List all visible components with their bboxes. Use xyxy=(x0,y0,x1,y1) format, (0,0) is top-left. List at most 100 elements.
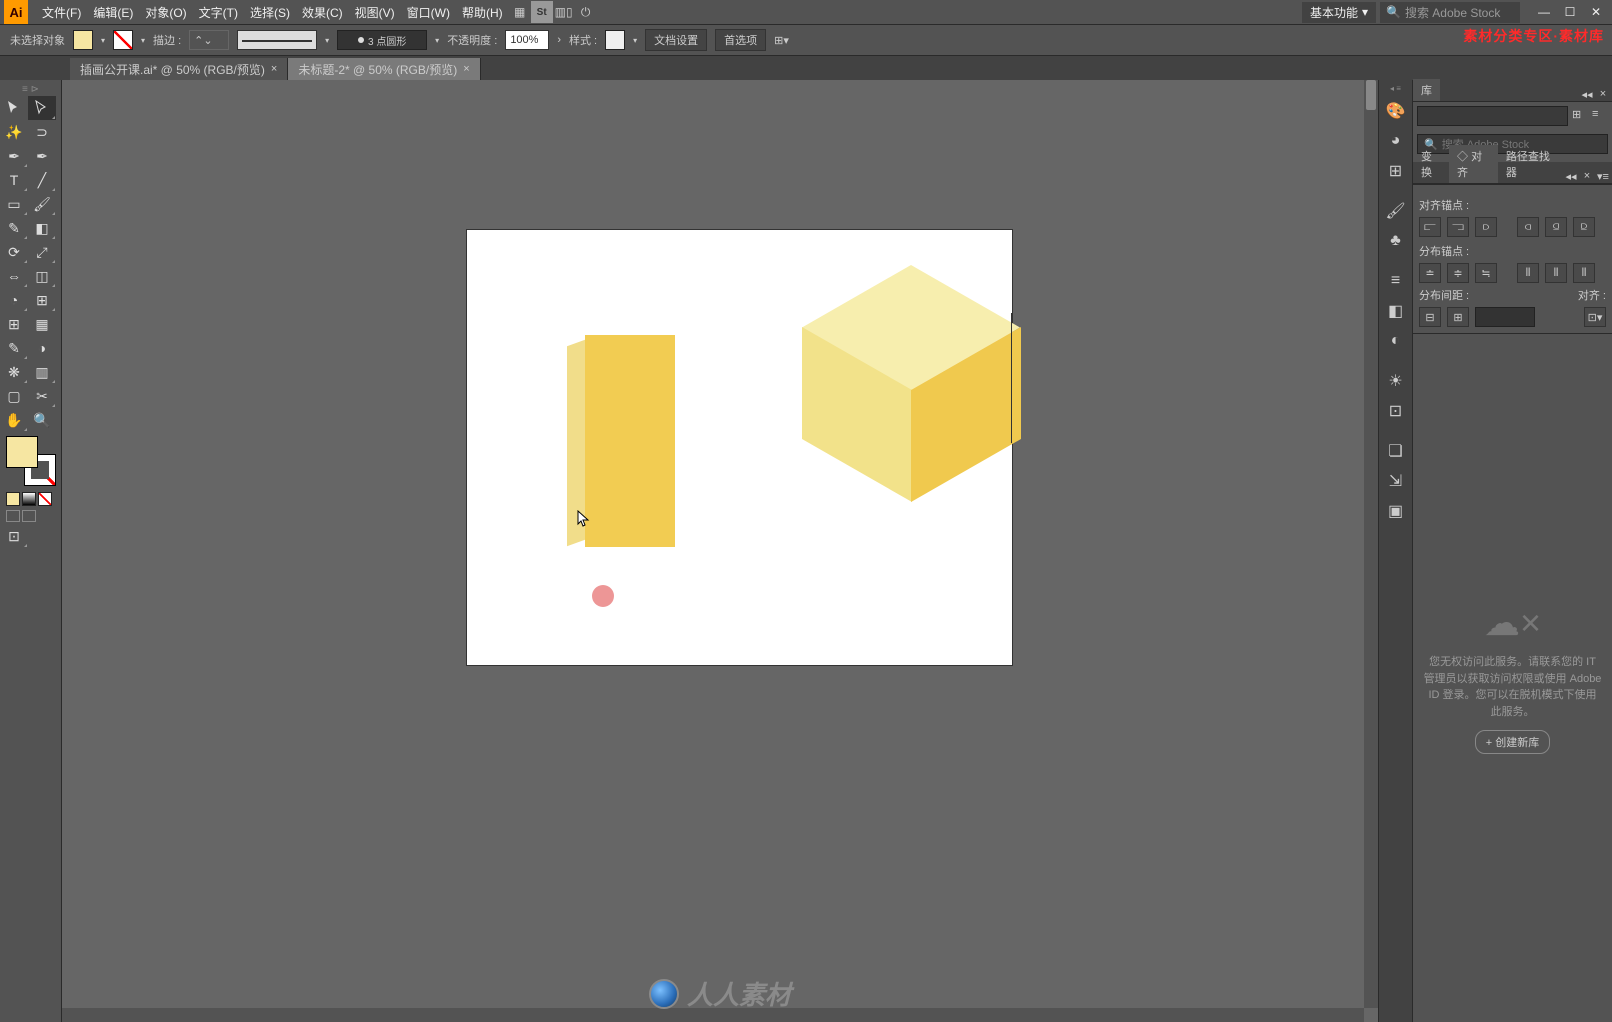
library-selector[interactable] xyxy=(1417,106,1568,126)
hdist-center-button[interactable]: ⦀ xyxy=(1545,263,1567,283)
symbols-panel-icon[interactable]: ♣ xyxy=(1383,228,1409,254)
close-tab-icon[interactable]: × xyxy=(271,63,277,75)
hand-tool[interactable]: ✋ xyxy=(0,408,28,432)
library-tab[interactable]: 库 xyxy=(1413,79,1440,101)
lasso-tool[interactable]: ⊃ xyxy=(28,120,56,144)
menu-view[interactable]: 视图(V) xyxy=(349,4,401,21)
color-mode-gradient[interactable] xyxy=(22,492,36,506)
pen-tool[interactable]: ✒ xyxy=(0,144,28,168)
panel-close-icon[interactable]: × xyxy=(1596,87,1610,101)
appearance-panel-icon[interactable]: ☀ xyxy=(1383,368,1409,394)
stock-search[interactable]: 🔍搜索 Adobe Stock xyxy=(1380,2,1520,23)
artboard-tool[interactable]: ▢ xyxy=(0,384,28,408)
align-hcenter-button[interactable]: ⫎ xyxy=(1447,217,1469,237)
pink-circle-shape[interactable] xyxy=(592,585,614,607)
hdist-left-button[interactable]: ⦀ xyxy=(1517,263,1539,283)
spacing-field[interactable] xyxy=(1475,307,1535,327)
perspective-grid-tool[interactable]: ⊞ xyxy=(28,288,56,312)
menu-file[interactable]: 文件(F) xyxy=(36,4,87,21)
direct-selection-tool[interactable] xyxy=(28,96,56,120)
color-mode-color[interactable] xyxy=(6,492,20,506)
menu-window[interactable]: 窗口(W) xyxy=(401,4,456,21)
vwp-dropdown[interactable]: ▾ xyxy=(325,36,329,45)
align-right-button[interactable]: ⫐ xyxy=(1475,217,1497,237)
panel-menu-icon[interactable]: ▾≡ xyxy=(1596,169,1610,183)
scale-tool[interactable]: ⤢ xyxy=(28,240,56,264)
stroke-weight-field[interactable]: ⌃⌄ xyxy=(189,30,229,50)
graphic-styles-panel-icon[interactable]: ⊡ xyxy=(1383,398,1409,424)
vdist-center-button[interactable]: ≑ xyxy=(1447,263,1469,283)
gradient-tool[interactable]: ▦ xyxy=(28,312,56,336)
arrange-icon[interactable]: ▥▯ xyxy=(553,1,575,23)
brushes-panel-icon[interactable]: 🖌 xyxy=(1383,198,1409,224)
menu-effect[interactable]: 效果(C) xyxy=(296,4,349,21)
line-tool[interactable]: ╱ xyxy=(28,168,56,192)
menu-select[interactable]: 选择(S) xyxy=(244,4,296,21)
eyedropper-tool[interactable]: ✎ xyxy=(0,336,28,360)
color-mode-none[interactable] xyxy=(38,492,52,506)
menu-edit[interactable]: 编辑(E) xyxy=(87,4,139,21)
dock-grab-icon[interactable]: ◂ ≡ xyxy=(1390,84,1401,94)
hdist-space-button[interactable]: ⊞ xyxy=(1447,307,1469,327)
menu-help[interactable]: 帮助(H) xyxy=(456,4,509,21)
style-dropdown[interactable]: ▾ xyxy=(633,36,637,45)
cube-shape[interactable] xyxy=(802,265,1022,505)
column-graph-tool[interactable]: ▥ xyxy=(28,360,56,384)
symbol-sprayer-tool[interactable]: ❋ xyxy=(0,360,28,384)
edit-toolbar-button[interactable]: ⊡ xyxy=(0,524,28,548)
slice-tool[interactable]: ✂ xyxy=(28,384,56,408)
transparency-panel-icon[interactable]: ◐ xyxy=(1383,328,1409,354)
document-setup-button[interactable]: 文档设置 xyxy=(645,29,707,51)
style-swatch[interactable] xyxy=(605,30,625,50)
panel-grab-icon[interactable]: ≡ ⊳ xyxy=(0,84,61,96)
width-tool[interactable]: ⇔ xyxy=(0,264,28,288)
list-view-icon[interactable]: ≡ xyxy=(1592,108,1608,124)
shape-builder-tool[interactable]: ◔ xyxy=(0,288,28,312)
grid-view-icon[interactable]: ⊞ xyxy=(1572,108,1588,124)
panel-collapse-icon[interactable]: ◂◂ xyxy=(1580,87,1594,101)
document-tab-1[interactable]: 插画公开课.ai* @ 50% (RGB/预览)× xyxy=(70,58,288,80)
align-vcenter-button[interactable]: ⫑ xyxy=(1545,217,1567,237)
brush-dropdown[interactable]: ▾ xyxy=(435,36,439,45)
pathfinder-tab[interactable]: 路径查找器 xyxy=(1498,145,1564,183)
vertical-scrollbar[interactable] xyxy=(1364,80,1378,1008)
transform-tab[interactable]: 变换 xyxy=(1413,145,1449,183)
artboards-panel-icon[interactable]: ▣ xyxy=(1383,498,1409,524)
close-button[interactable]: ✕ xyxy=(1584,3,1608,21)
panel-close-icon[interactable]: × xyxy=(1580,169,1594,183)
vdist-space-button[interactable]: ⊟ xyxy=(1419,307,1441,327)
align-artboard-icon[interactable]: ⊞▾ xyxy=(774,34,789,47)
align-top-button[interactable]: ⫏ xyxy=(1517,217,1539,237)
fill-dropdown[interactable]: ▾ xyxy=(101,36,105,45)
variable-width-profile[interactable] xyxy=(237,30,317,50)
shaper-tool[interactable]: ✎ xyxy=(0,216,28,240)
gradient-panel-icon[interactable]: ◧ xyxy=(1383,298,1409,324)
align-tab[interactable]: ◇ 对齐 xyxy=(1449,145,1498,183)
align-bottom-button[interactable]: ⫒ xyxy=(1573,217,1595,237)
brush-definition[interactable]: 3 点圆形 xyxy=(337,30,427,50)
asset-export-panel-icon[interactable]: ⇲ xyxy=(1383,468,1409,494)
opacity-slider-icon[interactable]: › xyxy=(557,34,561,46)
stroke-dropdown[interactable]: ▾ xyxy=(141,36,145,45)
opacity-field[interactable]: 100% xyxy=(505,30,549,50)
fill-proxy[interactable] xyxy=(6,436,38,468)
selection-tool[interactable] xyxy=(0,96,28,120)
stroke-panel-icon[interactable]: ≡ xyxy=(1383,268,1409,294)
canvas[interactable]: 人人素材 xyxy=(62,80,1378,1022)
gpu-icon[interactable]: ⏻ xyxy=(575,1,597,23)
screen-mode-full[interactable] xyxy=(22,510,36,522)
type-tool[interactable]: T xyxy=(0,168,28,192)
menu-type[interactable]: 文字(T) xyxy=(193,4,244,21)
rotate-tool[interactable]: ⟳ xyxy=(0,240,28,264)
stroke-swatch[interactable] xyxy=(113,30,133,50)
fill-swatch[interactable] xyxy=(73,30,93,50)
layers-panel-icon[interactable]: ❏ xyxy=(1383,438,1409,464)
vdist-bottom-button[interactable]: ≒ xyxy=(1475,263,1497,283)
bridge-icon[interactable]: ▦ xyxy=(509,1,531,23)
stock-icon[interactable]: St xyxy=(531,1,553,23)
hdist-right-button[interactable]: ⦀ xyxy=(1573,263,1595,283)
panel-collapse-icon[interactable]: ◂◂ xyxy=(1564,169,1578,183)
fill-stroke-indicator[interactable] xyxy=(6,436,56,486)
menu-object[interactable]: 对象(O) xyxy=(139,4,192,21)
blend-tool[interactable]: ◑ xyxy=(28,336,56,360)
